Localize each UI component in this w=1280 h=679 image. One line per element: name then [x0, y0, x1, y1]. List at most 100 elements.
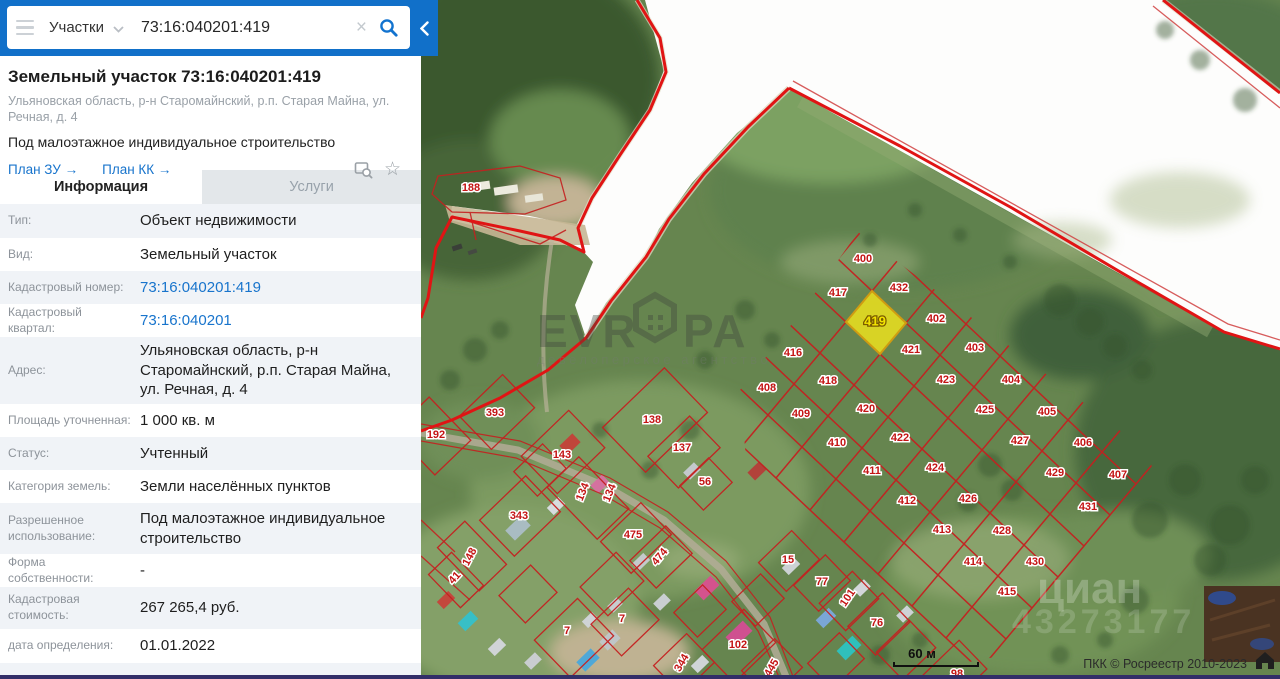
- search-box: Участки 73:16:040201:419 ×: [7, 6, 410, 49]
- parcel-address-subtitle: Ульяновская область, р-н Старомайнский, …: [8, 93, 408, 126]
- info-row: Кадастровая стоимость:267 265,4 руб.: [0, 587, 421, 629]
- attribution-text: ПКК © Росреестр 2010-2023: [1083, 657, 1247, 671]
- row-value: 1 000 кв. м: [140, 411, 215, 431]
- parcel-number-412[interactable]: 412: [898, 495, 916, 507]
- row-label: Кадастровый номер:: [8, 280, 140, 296]
- info-row: Тип:Объект недвижимости: [0, 204, 421, 238]
- parcel-number-343[interactable]: 343: [510, 510, 528, 522]
- parcel-number-419[interactable]: 419: [864, 313, 886, 328]
- row-label: Кадастровый квартал:: [8, 305, 140, 336]
- parcel-number-420[interactable]: 420: [857, 403, 875, 415]
- svg-text:EVR: EVR: [537, 305, 638, 357]
- parcel-number-407[interactable]: 407: [1109, 469, 1127, 481]
- parcel-number-409[interactable]: 409: [792, 408, 810, 420]
- favorite-star-icon[interactable]: ☆: [384, 160, 401, 179]
- parcel-number-143[interactable]: 143: [553, 449, 571, 461]
- next-row-sliver: [0, 663, 421, 675]
- search-category-select[interactable]: Участки: [49, 19, 104, 36]
- parcel-number-418[interactable]: 418: [819, 375, 837, 387]
- parcel-number-417[interactable]: 417: [829, 287, 847, 299]
- parcel-number-402[interactable]: 402: [927, 313, 945, 325]
- parcel-number-422[interactable]: 422: [891, 432, 909, 444]
- plan-kk-link[interactable]: План КК →: [102, 162, 171, 177]
- parcel-number-408[interactable]: 408: [758, 382, 776, 394]
- chevron-down-icon[interactable]: [113, 26, 124, 33]
- parcel-number-137[interactable]: 137: [673, 442, 691, 454]
- parcel-number-7[interactable]: 7: [619, 613, 625, 625]
- collapse-panel-button[interactable]: [410, 0, 438, 56]
- parcel-number-102[interactable]: 102: [729, 639, 747, 651]
- parcel-number-427[interactable]: 427: [1011, 435, 1029, 447]
- svg-text:PA: PA: [683, 305, 748, 357]
- info-row: Форма собственности:-: [0, 554, 421, 587]
- row-label: Адрес:: [8, 363, 140, 379]
- row-label: Категория земель:: [8, 479, 140, 495]
- search-icon[interactable]: [379, 18, 399, 38]
- row-value: Объект недвижимости: [140, 211, 296, 231]
- page-title: Земельный участок 73:16:040201:419: [8, 67, 413, 87]
- row-label: Тип:: [8, 213, 140, 229]
- parcel-number-76[interactable]: 76: [871, 617, 883, 629]
- parcel-number-403[interactable]: 403: [966, 342, 984, 354]
- parcel-number-424[interactable]: 424: [926, 462, 945, 474]
- parcel-number-411[interactable]: 411: [863, 465, 881, 477]
- window-bottom-edge: [0, 675, 1280, 679]
- info-row: Вид:Земельный участок: [0, 238, 421, 271]
- row-value-link[interactable]: 73:16:040201: [140, 311, 232, 331]
- row-value: Земли населённых пунктов: [140, 477, 331, 497]
- parcel-number-192[interactable]: 192: [427, 429, 445, 441]
- parcel-number-410[interactable]: 410: [828, 437, 846, 449]
- parcel-number-432[interactable]: 432: [890, 282, 908, 294]
- row-label: Кадастровая стоимость:: [8, 592, 140, 623]
- row-label: Вид:: [8, 247, 140, 263]
- row-value: -: [140, 561, 145, 581]
- pkk-map-app: EVR PA девелоперское агентство циан 4327…: [0, 0, 1280, 679]
- dark-field-patch: [1204, 586, 1280, 662]
- plan-zu-link[interactable]: План ЗУ →: [8, 162, 78, 177]
- parcel-number-426[interactable]: 426: [959, 493, 977, 505]
- parcel-number-15[interactable]: 15: [782, 554, 794, 566]
- parcel-number-475[interactable]: 475: [624, 529, 642, 541]
- clear-search-icon[interactable]: ×: [356, 18, 367, 37]
- parcel-number-138[interactable]: 138: [643, 414, 661, 426]
- svg-text:девелоперское агентство: девелоперское агентство: [537, 352, 771, 367]
- row-label: Разрешенное использование:: [8, 513, 140, 544]
- info-row: дата определения:01.01.2022: [0, 629, 421, 663]
- parcel-number-431[interactable]: 431: [1079, 501, 1097, 513]
- info-panel: Земельный участок 73:16:040201:419 Ульян…: [0, 56, 421, 679]
- parcel-number-77[interactable]: 77: [816, 576, 828, 588]
- parcel-number-430[interactable]: 430: [1026, 556, 1044, 568]
- parcel-number-428[interactable]: 428: [993, 525, 1011, 537]
- parcel-number-414[interactable]: 414: [964, 556, 983, 568]
- parcel-number-415[interactable]: 415: [998, 586, 1016, 598]
- parcel-number-413[interactable]: 413: [933, 524, 951, 536]
- row-value: Под малоэтажное индивидуальное строитель…: [140, 509, 413, 549]
- row-value: Земельный участок: [140, 245, 277, 265]
- parcel-number-406[interactable]: 406: [1074, 437, 1092, 449]
- search-input[interactable]: 73:16:040201:419: [141, 19, 356, 37]
- info-row: Площадь уточненная:1 000 кв. м: [0, 404, 421, 437]
- parcel-number-423[interactable]: 423: [937, 374, 955, 386]
- menu-icon[interactable]: [16, 20, 34, 36]
- row-value: 267 265,4 руб.: [140, 598, 240, 618]
- parcel-number-188[interactable]: 188: [462, 182, 480, 194]
- row-label: Площадь уточненная:: [8, 413, 140, 429]
- parcel-number-421[interactable]: 421: [902, 344, 920, 356]
- info-row: Кадастровый квартал:73:16:040201: [0, 304, 421, 337]
- info-row: Категория земель:Земли населённых пункто…: [0, 470, 421, 503]
- svg-text:43273177: 43273177: [1012, 603, 1195, 641]
- parcel-number-400[interactable]: 400: [854, 253, 872, 265]
- row-value: 01.01.2022: [140, 636, 215, 656]
- parcel-number-416[interactable]: 416: [784, 347, 802, 359]
- overview-search-icon[interactable]: [354, 160, 373, 179]
- parcel-number-429[interactable]: 429: [1046, 467, 1064, 479]
- parcel-number-405[interactable]: 405: [1038, 406, 1056, 418]
- row-value-link[interactable]: 73:16:040201:419: [140, 278, 261, 298]
- parcel-number-56[interactable]: 56: [699, 476, 711, 488]
- parcel-number-393[interactable]: 393: [486, 407, 504, 419]
- info-row: Разрешенное использование:Под малоэтажно…: [0, 503, 421, 554]
- parcel-number-7[interactable]: 7: [564, 625, 570, 637]
- info-row: Адрес:Ульяновская область, р-н Старомайн…: [0, 337, 421, 404]
- parcel-number-404[interactable]: 404: [1002, 374, 1021, 386]
- parcel-number-425[interactable]: 425: [976, 404, 994, 416]
